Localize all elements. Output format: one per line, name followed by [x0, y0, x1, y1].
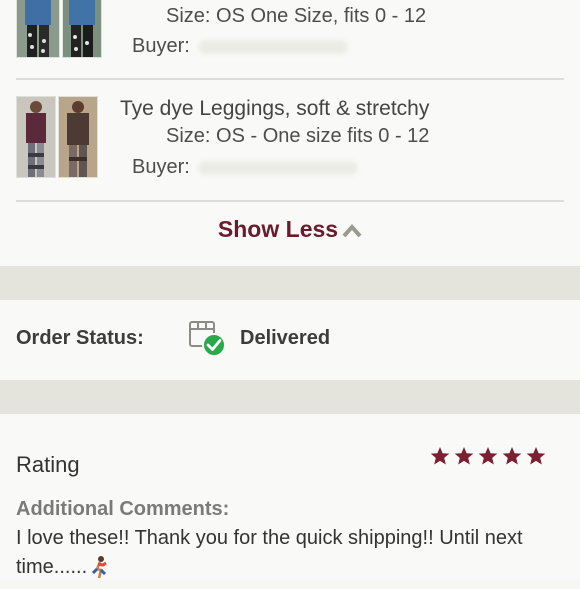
star-icon [478, 447, 498, 465]
item-buyer: Buyer: [132, 35, 348, 58]
rating-label: Rating [16, 452, 80, 477]
item-thumbnail[interactable] [58, 96, 98, 178]
star-icon [430, 447, 450, 465]
buyer-label: Buyer: [132, 35, 190, 57]
box-delivered-icon [188, 318, 228, 358]
buyer-label: Buyer: [132, 156, 190, 178]
order-items-card: Size: OS One Size, fits 0 - 12 Buyer: Ty… [0, 0, 580, 266]
order-item[interactable]: Size: OS One Size, fits 0 - 12 Buyer: [16, 0, 564, 80]
order-status-value: Delivered [240, 327, 331, 349]
item-buyer: Buyer: [132, 156, 358, 179]
order-item[interactable]: Tye dye Leggings, soft & stretchy Size: … [16, 80, 564, 201]
star-rating [430, 446, 546, 466]
section-separator [0, 380, 580, 414]
show-less-button[interactable]: Show Less [0, 216, 580, 244]
comments-label: Additional Comments: [16, 498, 230, 520]
item-thumbnail[interactable] [16, 0, 60, 58]
buyer-name-redacted [197, 160, 358, 175]
section-separator [0, 266, 580, 300]
divider [16, 200, 564, 202]
item-thumbnail[interactable] [62, 0, 102, 58]
order-status-label: Order Status: [16, 327, 144, 349]
item-size: Size: OS One Size, fits 0 - 12 [166, 5, 427, 27]
item-size: Size: OS - One size fits 0 - 12 [166, 125, 430, 147]
buyer-name-redacted [197, 39, 348, 54]
show-less-label: Show Less [217, 216, 339, 242]
star-icon [526, 447, 546, 465]
comments-text: I love these!! Thank you for the quick s… [16, 524, 564, 582]
order-status-card: Order Status: Delivered [0, 300, 580, 380]
runner-emoji-icon [90, 555, 108, 580]
star-icon [502, 447, 522, 465]
rating-card: Rating Additional Comments: I love these… [0, 414, 580, 580]
star-icon [454, 447, 474, 465]
item-thumbnail[interactable] [16, 96, 56, 178]
chevron-up-icon [342, 217, 362, 244]
item-title[interactable]: Tye dye Leggings, soft & stretchy [120, 97, 429, 121]
